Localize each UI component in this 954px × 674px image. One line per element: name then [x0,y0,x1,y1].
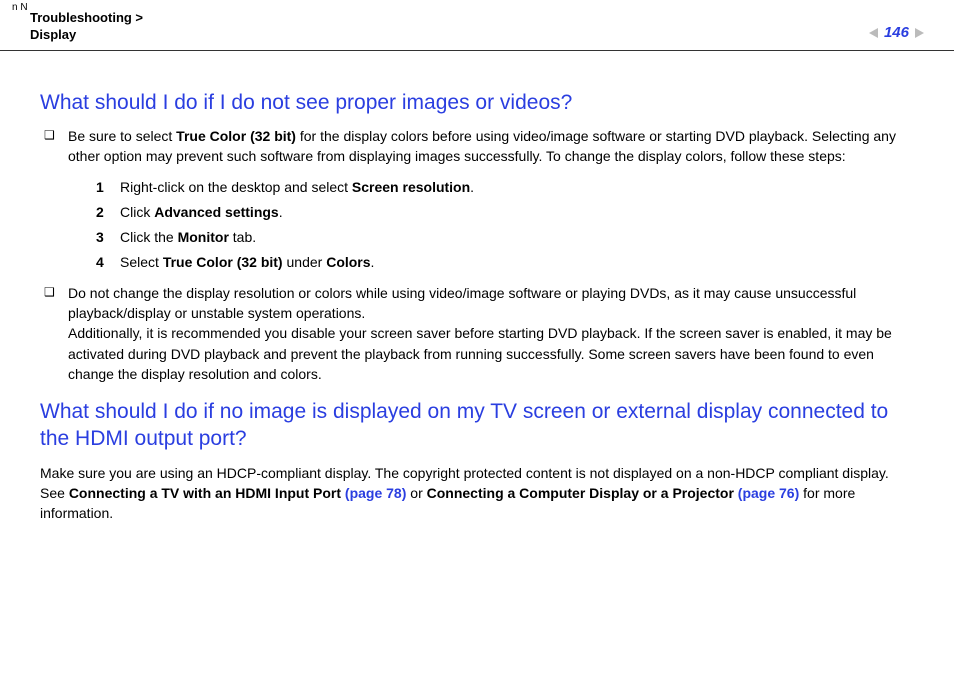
text: Click [120,204,154,220]
list-item: Click Advanced settings. [96,202,914,223]
breadcrumb-sub: Display [30,27,143,44]
text: tab. [229,229,256,245]
bold-text: Colors [326,254,370,270]
cross-ref-page[interactable]: (page 76) [734,485,799,501]
text: Click the [120,229,178,245]
text: Right-click on the desktop and select [120,179,352,195]
list-item: Be sure to select True Color (32 bit) fo… [40,126,914,273]
text: or [406,485,426,501]
text: . [279,204,283,220]
question-1-heading: What should I do if I do not see proper … [40,89,914,116]
bold-text: Screen resolution [352,179,470,195]
page-number: 146 [882,24,911,41]
text: Select [120,254,163,270]
cross-ref-title: Connecting a Computer Display or a Proje… [427,485,734,501]
page-content: What should I do if I do not see proper … [0,51,954,524]
breadcrumb: Troubleshooting > Display [30,10,143,44]
prev-page-icon[interactable] [869,28,878,38]
cross-ref-title: Connecting a TV with an HDMI Input Port [69,485,341,501]
bold-text: True Color (32 bit) [163,254,283,270]
text: . [371,254,375,270]
page-navigator: 146 [869,24,924,41]
text: Additionally, it is recommended you disa… [68,325,892,382]
text: under [283,254,327,270]
bold-text: Advanced settings [154,204,278,220]
bullet-list-1: Be sure to select True Color (32 bit) fo… [40,126,914,384]
text: Be sure to select [68,128,176,144]
list-item: Select True Color (32 bit) under Colors. [96,252,914,273]
bold-text: Monitor [178,229,229,245]
list-item: Right-click on the desktop and select Sc… [96,177,914,198]
list-item: Click the Monitor tab. [96,227,914,248]
cross-ref-page[interactable]: (page 78) [341,485,406,501]
page-header: Troubleshooting > Display 146 [0,0,954,51]
text: . [470,179,474,195]
question-2-heading: What should I do if no image is displaye… [40,398,914,453]
next-page-icon[interactable] [915,28,924,38]
paragraph: Make sure you are using an HDCP-complian… [40,463,914,524]
bold-text: True Color (32 bit) [176,128,296,144]
text: Do not change the display resolution or … [68,285,856,321]
breadcrumb-top: Troubleshooting > [30,10,143,27]
ordered-steps: Right-click on the desktop and select Sc… [96,177,914,273]
list-item: Do not change the display resolution or … [40,283,914,384]
page-marker: n N [12,2,28,13]
